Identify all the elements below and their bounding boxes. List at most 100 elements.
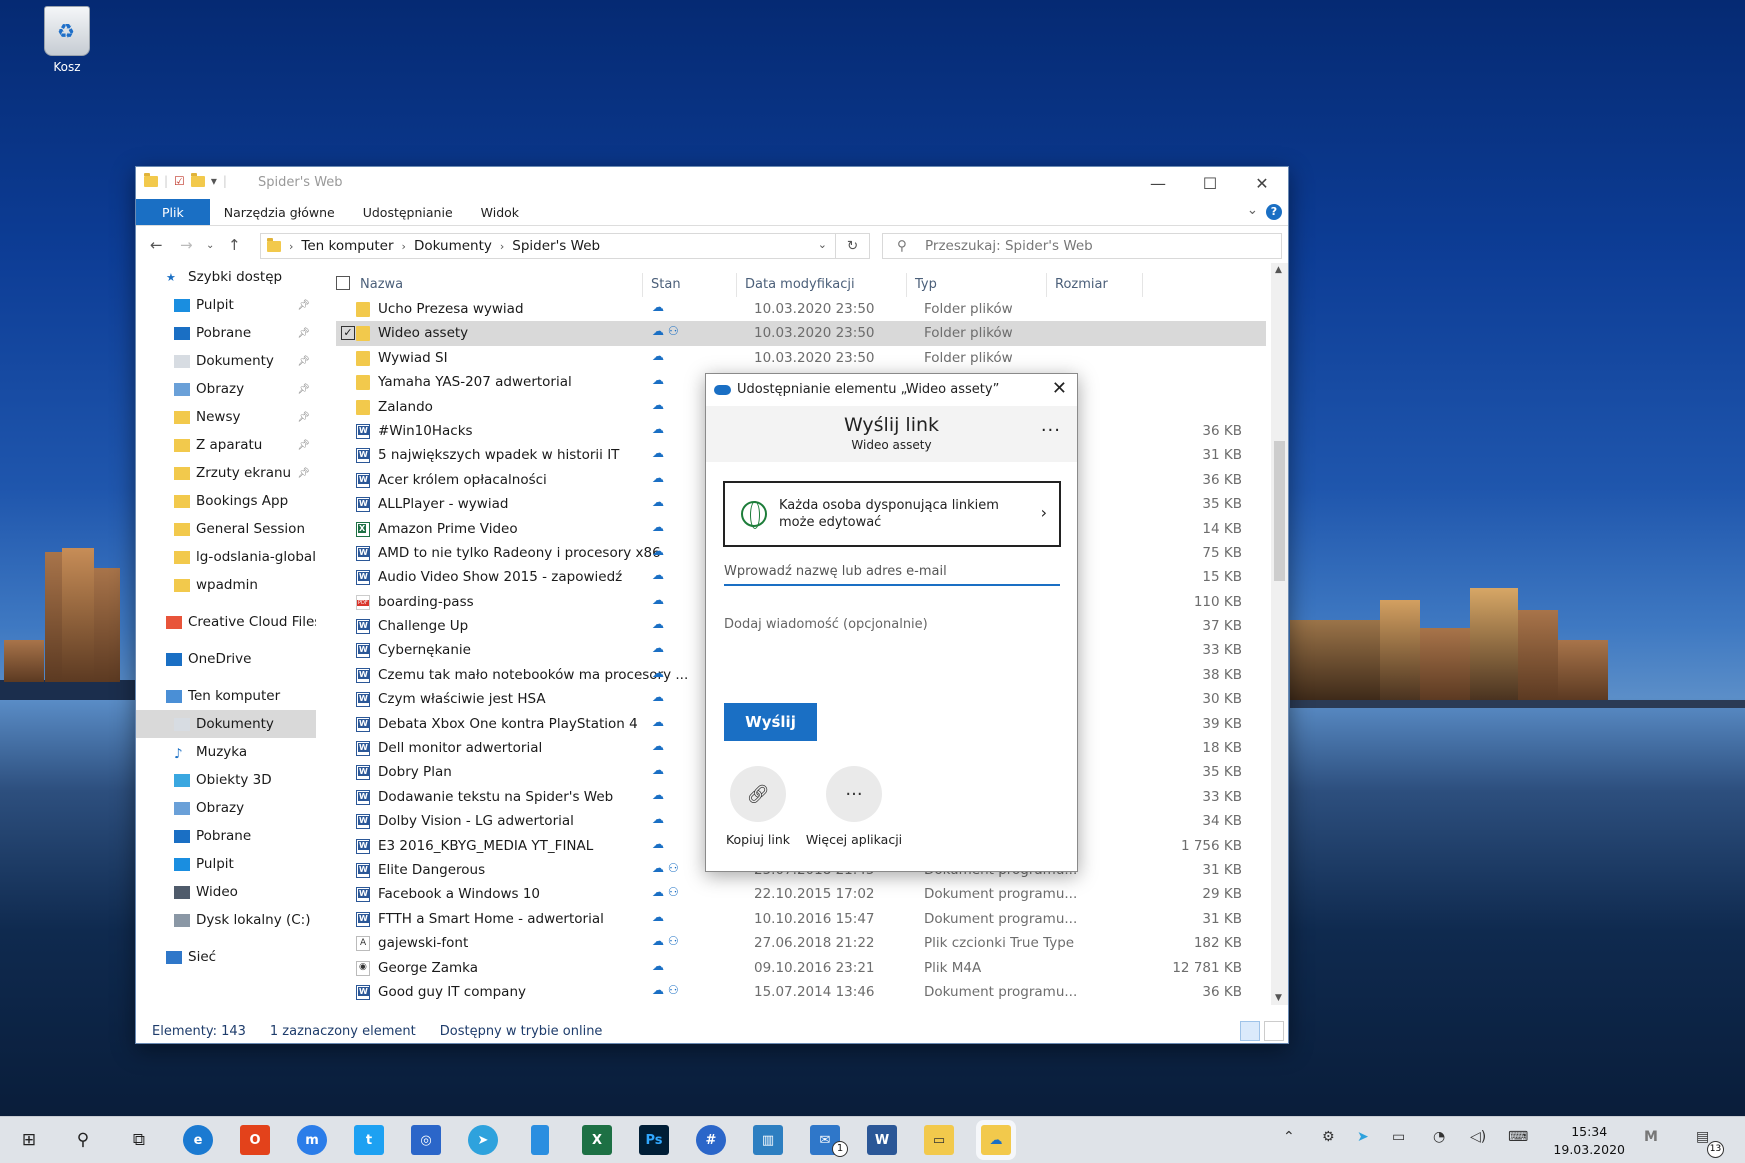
table-row[interactable]: George Zamka ☁ 09.10.2016 23:21 Plik M4A 12 …	[336, 956, 1266, 980]
sidebar-item[interactable]: Creative Cloud Files	[136, 608, 316, 636]
sidebar-item[interactable]: Newsy 📌︎	[136, 403, 316, 431]
sidebar-item[interactable]: Z aparatu 📌︎	[136, 431, 316, 459]
scrollbar-thumb[interactable]	[1274, 441, 1285, 581]
address-bar[interactable]: › Ten komputer › Dokumenty › Spider's We…	[260, 233, 836, 259]
keyboard-icon[interactable]: ⌨	[1508, 1129, 1528, 1145]
maximize-button[interactable]: ☐	[1184, 167, 1236, 199]
column-type[interactable]: Typ	[915, 277, 937, 292]
instagram-icon[interactable]: ◎	[411, 1125, 441, 1155]
table-row[interactable]: Facebook a Windows 10 ☁ ⚇ 22.10.2015 17:02…	[336, 882, 1266, 906]
photoshop-icon[interactable]: Ps	[639, 1125, 669, 1155]
excel-icon[interactable]: X	[582, 1125, 612, 1155]
sidebar-item[interactable]: Dokumenty 📌︎	[136, 347, 316, 375]
table-row[interactable]: ✓ Wideo assety ☁ ⚇ 10.03.2020 23:50 Folder p…	[336, 321, 1266, 346]
sidebar-item[interactable]: Pobrane 📌︎	[136, 319, 316, 347]
pin-icon[interactable]: 📌︎	[297, 440, 310, 451]
copy-link-option[interactable]: 🔗︎ Kopiuj link	[710, 766, 806, 847]
pin-icon[interactable]: 📌︎	[297, 328, 310, 339]
large-icons-view-icon[interactable]	[1264, 1021, 1284, 1041]
tab-home[interactable]: Narzędzia główne	[210, 199, 349, 225]
battery-icon[interactable]: ▭	[1392, 1129, 1405, 1145]
link-permission-button[interactable]: Każda osoba dysponująca linkiem może edy…	[723, 481, 1061, 547]
sidebar-item[interactable]: Ten komputer	[136, 682, 316, 710]
clock[interactable]: 15:34 19.03.2020	[1553, 1123, 1625, 1159]
scroll-up-icon[interactable]: ▲	[1275, 265, 1282, 275]
minimize-button[interactable]: —	[1132, 167, 1184, 199]
vertical-scrollbar[interactable]: ▲ ▼	[1271, 263, 1288, 1005]
close-button[interactable]: ✕	[1236, 167, 1288, 199]
chevron-down-icon[interactable]: ⌄	[818, 238, 827, 251]
table-row[interactable]: FTTH a Smart Home - adwertorial ☁ 10.10.20…	[336, 907, 1266, 931]
task-view-button[interactable]: ⧉	[124, 1125, 154, 1155]
sidebar-item[interactable]: General Session	[136, 515, 316, 543]
file-explorer-icon[interactable]: ▭	[924, 1125, 954, 1155]
tab-view[interactable]: Widok	[467, 199, 533, 225]
more-apps-option[interactable]: ··· Więcej aplikacji	[802, 766, 906, 847]
sidebar-item[interactable]: Bookings App	[136, 487, 316, 515]
sidebar-item[interactable]: Obiekty 3D	[136, 766, 316, 794]
edge-icon[interactable]: e	[183, 1125, 213, 1155]
pin-icon[interactable]: 📌︎	[297, 300, 310, 311]
expand-ribbon-icon[interactable]: ⌄	[1247, 202, 1258, 218]
search-button[interactable]: ⚲	[68, 1125, 98, 1155]
sidebar-item[interactable]: Zrzuty ekranu 📌︎	[136, 459, 316, 487]
send-button[interactable]: Wyślij	[724, 703, 817, 741]
sidebar-item[interactable]: Sieć	[136, 943, 316, 971]
search-input[interactable]: ⚲ Przeszukaj: Spider's Web	[882, 233, 1282, 259]
refresh-button[interactable]: ↻	[836, 233, 870, 259]
start-button[interactable]: ⊞	[14, 1125, 44, 1155]
pin-icon[interactable]: 📌︎	[297, 356, 310, 367]
sidebar-item[interactable]: Pobrane	[136, 822, 316, 850]
up-arrow-icon[interactable]: ↑	[228, 236, 241, 254]
sidebar-item[interactable]: Dysk lokalny (C:)	[136, 906, 316, 934]
column-size[interactable]: Rozmiar	[1055, 277, 1108, 292]
forward-arrow-icon[interactable]: →	[180, 236, 193, 254]
twitter-icon[interactable]: t	[354, 1125, 384, 1155]
pin-icon[interactable]: 📌︎	[297, 412, 310, 423]
telegram-tray-icon[interactable]: ➤	[1357, 1129, 1369, 1145]
pin-icon[interactable]: 📌︎	[297, 468, 310, 479]
sidebar-item[interactable]: wpadmin	[136, 571, 316, 599]
back-arrow-icon[interactable]: ←	[150, 236, 163, 254]
network-status-icon[interactable]: ⚙	[1322, 1129, 1335, 1145]
table-row[interactable]: Ucho Prezesa wywiad ☁ 10.03.2020 23:50 Fold…	[336, 297, 1266, 321]
breadcrumb-spiders-web[interactable]: Spider's Web	[512, 238, 600, 254]
new-folder-icon[interactable]	[190, 172, 205, 187]
show-hidden-icons-icon[interactable]: ⌃	[1283, 1129, 1295, 1145]
table-row[interactable]: Wywiad SI ☁ 10.03.2020 23:50 Folder plików	[336, 346, 1266, 370]
scroll-down-icon[interactable]: ▼	[1275, 993, 1282, 1003]
pin-icon[interactable]: 📌︎	[297, 384, 310, 395]
recycle-bin-shortcut[interactable]: Kosz	[30, 6, 104, 74]
sidebar-item[interactable]: OneDrive	[136, 645, 316, 673]
column-name[interactable]: Nazwa	[360, 277, 403, 292]
recent-locations-icon[interactable]: ⌄	[206, 240, 214, 251]
notification-center-icon[interactable]: ▤	[1696, 1129, 1709, 1145]
word-icon[interactable]: W	[867, 1125, 897, 1155]
sidebar-item[interactable]: Obrazy 📌︎	[136, 375, 316, 403]
messenger-icon[interactable]: m	[297, 1125, 327, 1155]
telegram-icon[interactable]: ➤	[468, 1125, 498, 1155]
row-checkbox[interactable]: ✓	[341, 326, 355, 341]
sidebar-item[interactable]: ★ Szybki dostęp	[136, 263, 316, 291]
column-status[interactable]: Stan	[651, 277, 681, 292]
more-options-icon[interactable]: ···	[1041, 420, 1061, 441]
wifi-icon[interactable]: ◔	[1433, 1129, 1445, 1145]
properties-icon[interactable]: ☑	[174, 174, 185, 188]
close-icon[interactable]: ✕	[1052, 378, 1067, 399]
office-icon[interactable]: O	[240, 1125, 270, 1155]
sidebar-item[interactable]: Pulpit	[136, 850, 316, 878]
email-field[interactable]: Wprowadź nazwę lub adres e-mail	[724, 560, 1060, 586]
tab-share[interactable]: Udostępnianie	[349, 199, 467, 225]
details-view-icon[interactable]	[1240, 1021, 1260, 1041]
phone-icon[interactable]	[531, 1125, 549, 1155]
help-icon[interactable]: ?	[1266, 204, 1282, 220]
column-date[interactable]: Data modyfikacji	[745, 277, 855, 292]
select-all-checkbox[interactable]	[336, 276, 350, 290]
sidebar-item[interactable]: lg-odslania-globalni	[136, 543, 316, 571]
onedrive-folder-icon[interactable]: ☁	[981, 1125, 1011, 1155]
breadcrumb-this-pc[interactable]: Ten komputer	[301, 238, 393, 254]
sidebar-item[interactable]: Dokumenty	[136, 710, 316, 738]
sidebar-item[interactable]: Obrazy	[136, 794, 316, 822]
customize-qat-icon[interactable]: ▾	[211, 174, 217, 188]
sidebar-item[interactable]: ♪ Muzyka	[136, 738, 316, 766]
